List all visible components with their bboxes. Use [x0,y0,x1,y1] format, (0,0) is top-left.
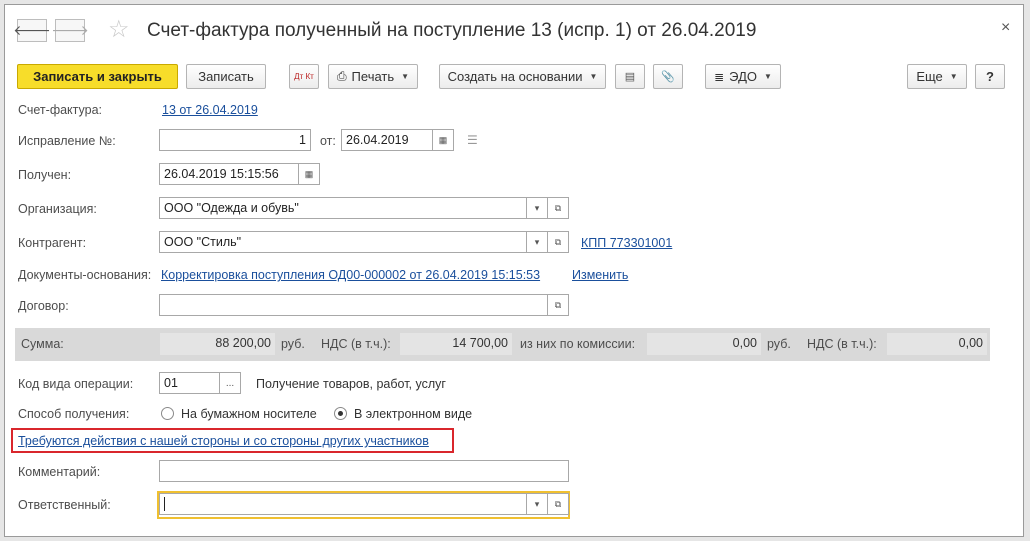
edo-icon: ≣ [714,69,725,84]
edo-button[interactable]: ≣ ЭДО ▼ [705,64,781,89]
chevron-down-icon: ▼ [589,72,598,81]
structure-button[interactable]: ▤ [615,64,645,89]
operation-description: Получение товаров, работ, услуг [256,377,446,391]
dtkt-icon: Дт Кт [294,71,314,81]
counterparty-label: Контрагент: [18,236,87,250]
print-label: Печать [351,69,395,84]
open-button[interactable]: ⧉ [548,493,569,515]
document-window: 🡐 🡒 ☆ Счет-фактура полученный на поступл… [4,4,1024,537]
list-icon[interactable]: ☰ [467,133,478,147]
change-link[interactable]: Изменить [572,268,628,282]
help-button[interactable]: ? [975,64,1005,89]
radio-electronic[interactable] [334,407,347,420]
correction-label: Исправление №: [18,134,116,148]
select-button[interactable]: ... [220,372,241,394]
vat-amount: 14 700,00 [400,333,512,355]
dtkt-button[interactable]: Дт Кт [289,64,319,89]
received-datetime-field[interactable]: 26.04.2019 15:15:56 [159,163,299,185]
organization-field[interactable]: ООО "Одежда и обувь" [159,197,527,219]
dropdown-button[interactable]: ▾ [527,197,548,219]
open-window-icon: ⧉ [554,236,562,247]
save-and-close-button[interactable]: Записать и закрыть [17,64,178,89]
receipt-method-label: Способ получения: [18,407,130,421]
responsible-label: Ответственный: [18,498,111,512]
sum-currency: руб. [281,337,305,351]
commission-currency: руб. [767,337,791,351]
create-based-label: Создать на основании [447,69,583,84]
chevron-down-icon: ▼ [949,72,958,81]
favorite-star-icon[interactable]: ☆ [108,18,130,42]
counterparty-field[interactable]: ООО "Стиль" [159,231,527,253]
commission-label: из них по комиссии: [520,337,636,351]
dropdown-button[interactable]: ▾ [527,493,548,515]
back-button[interactable]: 🡐 [13,19,51,42]
calendar-button[interactable]: ▦ [433,129,454,151]
invoice-link[interactable]: 13 от 26.04.2019 [162,103,258,117]
attach-button[interactable]: 📎 [653,64,683,89]
more-button[interactable]: Еще ▼ [907,64,967,89]
calendar-icon: ▦ [438,134,448,145]
chevron-down-icon: ▼ [401,72,410,81]
calendar-button[interactable]: ▦ [299,163,320,185]
structure-icon: ▤ [624,71,636,83]
printer-icon: ⎙ [336,69,347,83]
action-required-link[interactable]: Требуются действия с нашей стороны и со … [18,434,429,448]
kpp-link[interactable]: КПП 773301001 [581,236,672,250]
radio-paper[interactable] [161,407,174,420]
commission-amount: 0,00 [647,333,761,355]
open-window-icon: ⧉ [554,498,562,509]
arrow-right-icon: 🡒 [51,22,89,38]
dropdown-button[interactable]: ▾ [527,231,548,253]
from-label: от: [320,134,336,148]
open-button[interactable]: ⧉ [548,197,569,219]
basis-document-link[interactable]: Корректировка поступления ОД00-000002 от… [161,268,540,282]
paperclip-icon: 📎 [661,71,675,83]
basis-documents-label: Документы-основания: [18,268,152,282]
comment-field[interactable] [159,460,569,482]
chevron-down-icon: ▾ [534,498,540,509]
save-button[interactable]: Записать [186,64,266,89]
commission-vat-label: НДС (в т.ч.): [807,337,877,351]
radio-paper-label[interactable]: На бумажном носителе [181,407,317,421]
operation-code-field[interactable]: 01 [159,372,220,394]
open-window-icon: ⧉ [554,299,562,310]
text-cursor [164,497,165,511]
arrow-left-icon: 🡐 [13,22,51,38]
comment-label: Комментарий: [18,465,101,479]
page-title: Счет-фактура полученный на поступление 1… [147,20,757,41]
sum-panel: Сумма: 88 200,00 руб. НДС (в т.ч.): 14 7… [15,328,990,361]
received-label: Получен: [18,168,72,182]
chevron-down-icon: ▾ [534,236,540,247]
organization-label: Организация: [18,202,97,216]
commission-vat-amount: 0,00 [887,333,987,355]
radio-electronic-label[interactable]: В электронном виде [354,407,472,421]
create-based-on-button[interactable]: Создать на основании ▼ [439,64,606,89]
print-button[interactable]: ⎙ Печать ▼ [328,64,418,89]
more-label: Еще [916,69,943,84]
vat-label: НДС (в т.ч.): [321,337,391,351]
operation-code-label: Код вида операции: [18,377,134,391]
open-window-icon: ⧉ [554,202,562,213]
contract-label: Договор: [18,299,69,313]
from-date-field[interactable]: 26.04.2019 [341,129,433,151]
forward-button[interactable]: 🡒 [51,19,89,42]
sum-amount: 88 200,00 [160,333,275,355]
chevron-down-icon: ▾ [534,202,540,213]
responsible-field[interactable] [159,493,527,515]
correction-number-field[interactable]: 1 [159,129,311,151]
chevron-down-icon: ▼ [763,72,772,81]
calendar-icon: ▦ [304,168,314,179]
open-button[interactable]: ⧉ [548,294,569,316]
sum-label: Сумма: [21,337,64,351]
invoice-label: Счет-фактура: [18,103,103,117]
contract-field[interactable] [159,294,548,316]
close-icon[interactable]: × [1001,19,1010,37]
open-button[interactable]: ⧉ [548,231,569,253]
edo-label: ЭДО [729,69,757,84]
